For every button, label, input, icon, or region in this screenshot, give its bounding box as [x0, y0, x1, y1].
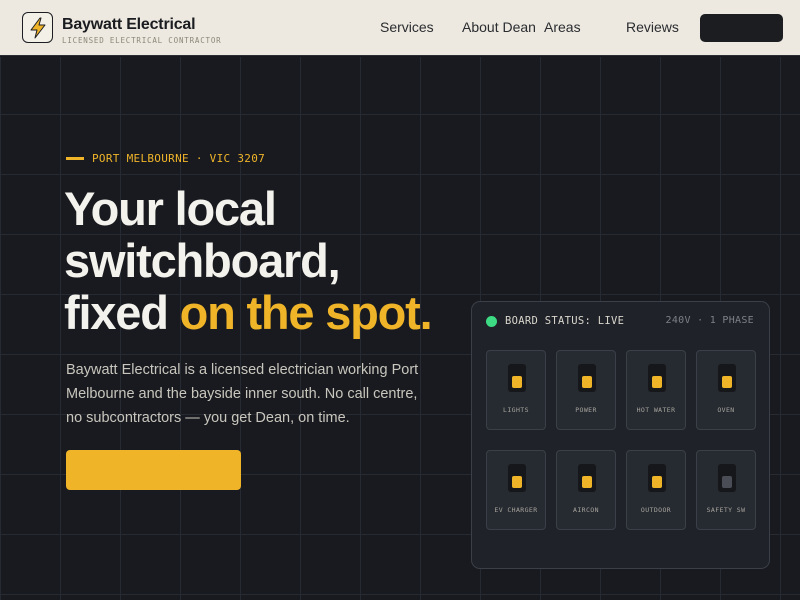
lightning-bolt-icon — [30, 17, 46, 39]
breaker-aircon[interactable]: AIRCON — [556, 450, 616, 530]
headline-line-1: Your local — [64, 182, 277, 235]
breaker-hot-water[interactable]: HOT WATER — [626, 350, 686, 430]
breaker-label: LIGHTS — [503, 406, 529, 414]
headline-accent: on the spot. — [179, 286, 433, 339]
breaker-label: AIRCON — [573, 506, 599, 514]
board-status-label: BOARD STATUS: LIVE — [505, 315, 625, 327]
breaker-label: OVEN — [717, 406, 735, 414]
breaker-label: SAFETY SW — [706, 506, 746, 514]
breaker-knob — [512, 476, 522, 488]
nav-link-areas[interactable]: Areas — [544, 19, 581, 35]
breaker-knob — [722, 476, 732, 488]
live-status-indicator — [486, 316, 497, 327]
breaker-toggle[interactable] — [508, 464, 526, 492]
breaker-ev-charger[interactable]: EV CHARGER — [486, 450, 546, 530]
breaker-knob — [582, 376, 592, 388]
breaker-label: HOT WATER — [636, 406, 676, 414]
breaker-power[interactable]: POWER — [556, 350, 616, 430]
location-eyebrow: PORT MELBOURNE · VIC 3207 — [92, 152, 266, 165]
board-status-panel: BOARD STATUS: LIVE 240V · 1 PHASE LIGHTS… — [471, 301, 770, 569]
breaker-label: POWER — [575, 406, 597, 414]
breaker-toggle[interactable] — [648, 464, 666, 492]
breaker-knob — [652, 476, 662, 488]
breaker-lights[interactable]: LIGHTS — [486, 350, 546, 430]
breaker-knob — [512, 376, 522, 388]
nav-link-services[interactable]: Services — [380, 19, 434, 35]
logo[interactable] — [22, 12, 53, 43]
breaker-knob — [722, 376, 732, 388]
header-cta-button[interactable] — [700, 14, 783, 42]
headline-line-2: switchboard, — [64, 234, 341, 287]
brand-tagline: LICENSED ELECTRICAL CONTRACTOR — [62, 36, 222, 45]
breaker-toggle[interactable] — [718, 464, 736, 492]
headline-line-3: fixed on the spot. — [64, 286, 433, 339]
nav-link-reviews[interactable]: Reviews — [626, 19, 679, 35]
nav-link-about-dean[interactable]: About Dean — [462, 19, 536, 35]
brand-name[interactable]: Baywatt Electrical — [62, 16, 196, 34]
breaker-toggle[interactable] — [648, 364, 666, 392]
breaker-toggle[interactable] — [578, 464, 596, 492]
breaker-label: EV CHARGER — [494, 506, 538, 514]
breaker-toggle[interactable] — [718, 364, 736, 392]
eyebrow-accent-bar — [66, 157, 84, 160]
breaker-oven[interactable]: OVEN — [696, 350, 756, 430]
headline-plain: fixed — [64, 286, 180, 339]
site-header: Baywatt Electrical LICENSED ELECTRICAL C… — [0, 0, 800, 56]
breaker-outdoor[interactable]: OUTDOOR — [626, 450, 686, 530]
breaker-knob — [652, 376, 662, 388]
hero-lede: Baywatt Electrical is a licensed electri… — [66, 362, 419, 426]
breaker-knob — [582, 476, 592, 488]
breaker-toggle[interactable] — [578, 364, 596, 392]
breaker-label: OUTDOOR — [640, 506, 672, 514]
breaker-safety-sw[interactable]: SAFETY SW — [696, 450, 756, 530]
board-spec: 240V · 1 PHASE — [665, 315, 754, 326]
breaker-toggle[interactable] — [508, 364, 526, 392]
hero-cta-button[interactable] — [66, 450, 241, 490]
